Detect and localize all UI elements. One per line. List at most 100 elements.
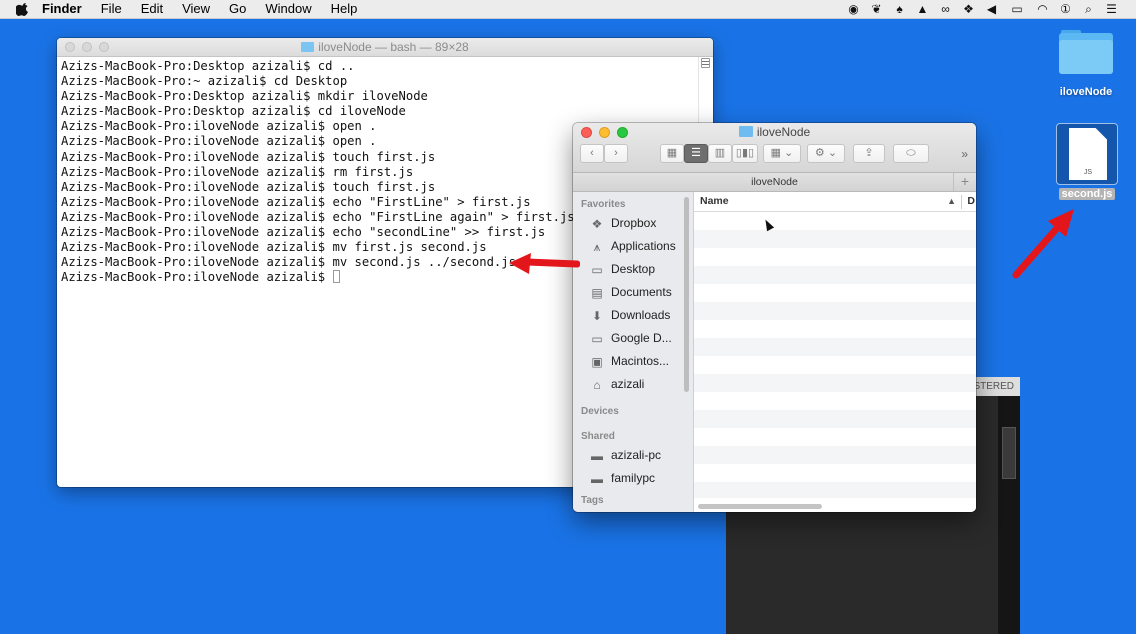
terminal-zoom-button[interactable] — [99, 42, 109, 52]
gear-icon: ⚙ ⌄ — [814, 147, 838, 159]
sidebar-item-label: Documents — [611, 285, 672, 299]
terminal-line: Azizs-MacBook-Pro:iloveNode azizali$ ech… — [61, 209, 575, 224]
folder-icon: ▭ — [591, 331, 603, 346]
sidebar-item-macintosh-hd[interactable]: ▣ Macintos... — [573, 350, 693, 373]
tags-button[interactable]: ⬭ — [893, 144, 929, 163]
notification-center-icon[interactable]: ☰ — [1105, 2, 1118, 16]
menu-help[interactable]: Help — [331, 0, 358, 18]
wifi-icon[interactable]: ◠ — [1036, 2, 1049, 16]
desktop-file-second-js[interactable]: JS second.js — [1055, 123, 1119, 200]
sidebar-item-documents[interactable]: ▤ Documents — [573, 281, 693, 304]
menu-edit[interactable]: Edit — [141, 0, 163, 18]
column-header-name[interactable]: Name ▲ D — [694, 192, 976, 212]
coverflow-view-icon: ▯▮▯ — [735, 147, 755, 159]
finder-title-text: iloveNode — [756, 125, 811, 139]
menu-window[interactable]: Window — [265, 0, 311, 18]
terminal-close-button[interactable] — [65, 42, 75, 52]
forward-button[interactable]: › — [604, 144, 628, 163]
new-tab-button[interactable]: + — [953, 173, 976, 191]
menu-bar: Finder File Edit View Go Window Help ◉ ❦… — [0, 0, 1136, 19]
home-icon: ⌂ — [593, 377, 601, 392]
file-list-rows[interactable] — [694, 212, 976, 498]
terminal-line: Azizs-MacBook-Pro:iloveNode azizali$ mv … — [61, 240, 487, 255]
terminal-scroll-grip-icon[interactable] — [701, 58, 710, 68]
back-button[interactable]: ‹ — [580, 144, 604, 163]
terminal-minimize-button[interactable] — [82, 42, 92, 52]
battery-icon[interactable]: ▭ — [1008, 2, 1026, 16]
sidebar-section-shared: Shared — [581, 431, 615, 442]
menu-app-finder[interactable]: Finder — [42, 0, 82, 18]
terminal-output[interactable]: Azizs-MacBook-Pro:Desktop azizali$ cd ..… — [61, 59, 575, 285]
tag-icon: ⬭ — [906, 147, 916, 159]
share-button[interactable]: ⇪ — [853, 144, 885, 163]
column-header-next[interactable]: D — [967, 192, 975, 211]
folder-icon — [1059, 30, 1113, 74]
terminal-window-controls — [65, 42, 116, 52]
file-list-horizontal-scrollbar[interactable] — [698, 504, 822, 509]
volume-icon[interactable]: ◀ — [985, 2, 998, 16]
terminal-line: Azizs-MacBook-Pro:iloveNode azizali$ ech… — [61, 225, 546, 240]
sort-ascending-icon: ▲ — [947, 196, 956, 206]
action-button[interactable]: ⚙ ⌄ — [807, 144, 845, 163]
terminal-line: Azizs-MacBook-Pro:iloveNode azizali$ ech… — [61, 194, 531, 209]
sidebar-section-tags: Tags — [581, 495, 604, 506]
sidebar-item-desktop[interactable]: ▭ Desktop — [573, 258, 693, 281]
terminal-line: Azizs-MacBook-Pro:iloveNode azizali$ tou… — [61, 179, 436, 194]
sidebar-scrollbar[interactable] — [684, 197, 689, 392]
google-drive-icon[interactable]: ▲ — [916, 2, 929, 16]
icon-view-icon: ▦ — [666, 147, 678, 159]
file-type-badge: JS — [1083, 169, 1093, 176]
notification-bell-icon[interactable]: ♠ — [893, 2, 906, 16]
finder-toolbar: iloveNode ‹ › ▦ ☰ ▥ ▯▮▯ ▦ ⌄ ⚙ ⌄ ⇪ ⬭ » — [573, 123, 976, 173]
toolbar-overflow-icon[interactable]: » — [961, 147, 968, 161]
computer-icon: ▬ — [591, 471, 603, 486]
js-file-icon: JS — [1069, 128, 1107, 180]
terminal-titlebar[interactable]: iloveNode — bash — 89×28 — [57, 38, 713, 57]
computer-icon: ▬ — [591, 448, 603, 463]
sidebar-item-label: Applications — [611, 239, 676, 253]
terminal-line: Azizs-MacBook-Pro:iloveNode azizali$ tou… — [61, 149, 436, 164]
background-window-scroll-thumb[interactable] — [1002, 427, 1016, 479]
view-list-button[interactable]: ☰ — [684, 144, 708, 163]
dropbox-status-icon[interactable]: ❖ — [962, 2, 975, 16]
sidebar-item-applications[interactable]: ⩚ Applications — [573, 235, 693, 258]
sidebar-item-home[interactable]: ⌂ azizali — [573, 373, 693, 396]
sidebar-section-devices: Devices — [581, 406, 619, 417]
column-divider[interactable] — [961, 195, 962, 209]
creative-cloud-icon[interactable]: ∞ — [939, 2, 952, 16]
menu-go[interactable]: Go — [229, 0, 246, 18]
menu-view[interactable]: View — [182, 0, 210, 18]
sidebar-item-familypc[interactable]: ▬ familypc — [573, 467, 693, 490]
finder-sidebar: Favorites ❖ Dropbox ⩚ Applications ▭ Deskto… — [573, 192, 694, 512]
apple-menu-icon[interactable] — [16, 2, 30, 16]
desktop-folder-ilovenode[interactable]: iloveNode — [1049, 30, 1123, 98]
menu-file[interactable]: File — [101, 0, 122, 18]
terminal-prompt: Azizs-MacBook-Pro:iloveNode azizali$ — [61, 270, 333, 285]
view-columns-button[interactable]: ▥ — [708, 144, 732, 163]
evernote-icon[interactable]: ❦ — [870, 2, 883, 16]
documents-icon: ▤ — [591, 285, 603, 300]
sidebar-item-label: azizali-pc — [611, 448, 662, 462]
sidebar-item-label: Macintos... — [611, 354, 670, 368]
spotlight-search-icon[interactable]: ⌕ — [1082, 2, 1095, 16]
sidebar-item-azizali-pc[interactable]: ▬ azizali-pc — [573, 444, 693, 467]
arrange-button[interactable]: ▦ ⌄ — [763, 144, 801, 163]
record-icon[interactable]: ◉ — [847, 2, 860, 16]
arrange-icon: ▦ ⌄ — [770, 147, 794, 159]
sidebar-item-label: familypc — [611, 471, 656, 485]
view-icons-button[interactable]: ▦ — [660, 144, 684, 163]
user-switch-icon[interactable]: ① — [1059, 2, 1072, 16]
finder-file-list[interactable]: Name ▲ D — [694, 192, 976, 512]
sidebar-item-google-drive[interactable]: ▭ Google D... — [573, 327, 693, 350]
sidebar-item-label: Desktop — [611, 262, 656, 276]
red-arrow-left-icon — [509, 253, 580, 274]
view-coverflow-button[interactable]: ▯▮▯ — [732, 144, 758, 163]
terminal-line: Azizs-MacBook-Pro:Desktop azizali$ cd .. — [61, 59, 355, 73]
terminal-title: iloveNode — bash — 89×28 — [318, 40, 469, 54]
terminal-line: Azizs-MacBook-Pro:iloveNode azizali$ mv … — [61, 255, 516, 270]
downloads-icon: ⬇ — [591, 308, 603, 323]
sidebar-item-downloads[interactable]: ⬇ Downloads — [573, 304, 693, 327]
sidebar-item-dropbox[interactable]: ❖ Dropbox — [573, 212, 693, 235]
status-menu-area: ◉ ❦ ♠ ▲ ∞ ❖ ◀ ▭ ◠ ① ⌕ ☰ — [847, 0, 1136, 18]
terminal-title-folder-icon — [301, 42, 315, 52]
